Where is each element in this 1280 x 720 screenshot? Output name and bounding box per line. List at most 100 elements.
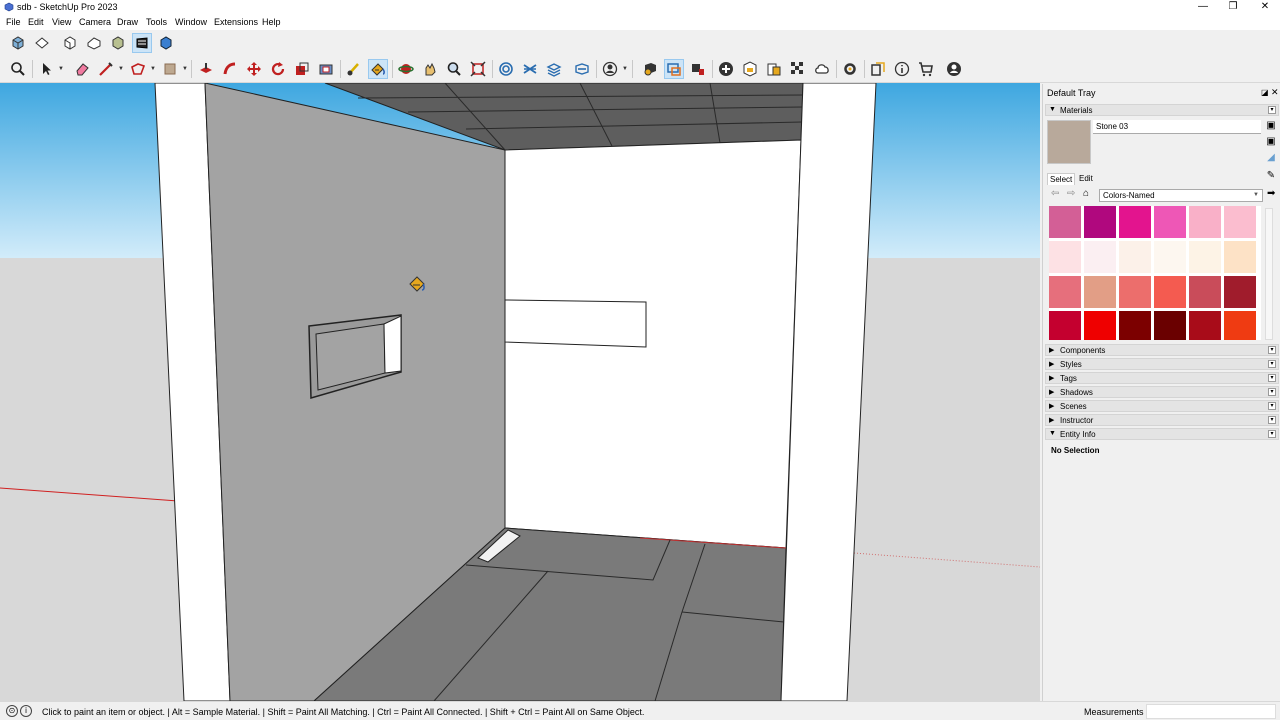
close-icon[interactable]: ▾ [1268,388,1276,396]
chevron-down-icon[interactable]: ▼ [58,66,64,72]
material-swatch[interactable] [1189,241,1221,273]
maximize-button[interactable]: ❐ [1218,0,1248,15]
material-swatch[interactable] [1049,276,1081,308]
close-icon[interactable]: ▾ [1268,360,1276,368]
create-material-icon[interactable]: ▣ [1265,136,1277,148]
material-swatch[interactable] [1224,311,1256,340]
material-swatch[interactable] [1049,311,1081,340]
forward-arrow-icon[interactable]: ⇨ [1067,188,1075,199]
minimize-button[interactable]: — [1188,0,1218,15]
menu-file[interactable]: File [6,17,21,27]
top-view-icon[interactable] [32,33,52,53]
left-view-icon[interactable] [132,33,152,53]
components-panel-header[interactable]: ▶ Components ▾ [1045,344,1279,356]
material-swatch[interactable] [1119,241,1151,273]
close-icon[interactable]: ▾ [1268,106,1276,114]
menu-extensions[interactable]: Extensions [214,17,258,27]
iso-view-icon[interactable] [8,33,28,53]
model-info-icon[interactable] [716,59,736,79]
measurements-input[interactable] [1146,704,1276,719]
store-icon[interactable] [916,59,936,79]
instructor-panel-header[interactable]: ▶ Instructor ▾ [1045,414,1279,426]
offset-icon[interactable] [316,59,336,79]
shadows-panel-header[interactable]: ▶ Shadows ▾ [1045,386,1279,398]
layout-icon[interactable] [788,59,808,79]
contour-icon[interactable] [520,59,540,79]
material-swatch[interactable] [1224,206,1256,238]
shapes-icon[interactable] [128,59,148,79]
back-arrow-icon[interactable]: ⇦ [1051,188,1059,199]
swatch-grid-scrollbar[interactable] [1265,208,1273,340]
chevron-down-icon[interactable]: ▼ [182,66,188,72]
menu-tools[interactable]: Tools [146,17,167,27]
zoom-window-icon[interactable] [8,59,28,79]
material-swatch[interactable] [1119,311,1151,340]
material-swatch[interactable] [1189,311,1221,340]
material-swatch[interactable] [1084,276,1116,308]
sample-paint-icon[interactable]: ✎ [1265,170,1277,182]
follow-me-icon[interactable] [220,59,240,79]
material-name-field[interactable]: Stone 03 [1093,120,1261,134]
close-icon[interactable]: ▾ [1268,416,1276,424]
chevron-down-icon[interactable]: ▼ [118,66,124,72]
model-viewport[interactable] [0,83,1040,701]
push-pull-icon[interactable] [196,59,216,79]
stamp-icon[interactable] [544,59,564,79]
material-swatch[interactable] [1154,311,1186,340]
pin-icon[interactable]: ◪ [1261,88,1269,97]
close-icon[interactable]: ▾ [1268,346,1276,354]
extensions-icon[interactable] [840,59,860,79]
sandbox-icon[interactable] [496,59,516,79]
bottom-view-icon[interactable] [156,33,176,53]
material-swatch[interactable] [1154,276,1186,308]
add-location-icon[interactable] [740,59,760,79]
material-swatch[interactable] [1189,206,1221,238]
components-icon[interactable] [688,59,708,79]
material-swatch[interactable] [1189,276,1221,308]
paint-bucket-icon[interactable] [160,59,180,79]
material-swatch[interactable] [1119,206,1151,238]
chevron-down-icon[interactable]: ▼ [150,66,156,72]
front-view-icon[interactable] [60,33,80,53]
menu-camera[interactable]: Camera [79,17,111,27]
paint-icon[interactable] [368,59,388,79]
material-swatch[interactable] [1224,241,1256,273]
material-swatch[interactable] [1049,241,1081,273]
default-material-icon[interactable]: ◢ [1265,152,1277,164]
zoom-extents-icon[interactable] [468,59,488,79]
entity-info-panel-header[interactable]: ▼ Entity Info ▾ [1045,428,1279,440]
eraser-icon[interactable] [72,59,92,79]
library-select[interactable]: Colors-Named ▼ [1099,189,1263,202]
rotate-icon[interactable] [268,59,288,79]
section-plane-icon[interactable] [664,59,684,79]
close-icon[interactable]: ✕ [1271,87,1279,98]
chevron-down-icon[interactable]: ▼ [622,66,628,72]
styles-panel-header[interactable]: ▶ Styles ▾ [1045,358,1279,370]
line-icon[interactable] [96,59,116,79]
scale-icon[interactable] [292,59,312,79]
tab-select[interactable]: Select [1047,173,1076,185]
info-icon[interactable] [892,59,912,79]
material-swatch[interactable] [1119,276,1151,308]
menu-window[interactable]: Window [175,17,207,27]
zoom-icon[interactable] [444,59,464,79]
material-swatch[interactable] [1154,206,1186,238]
menu-help[interactable]: Help [262,17,281,27]
material-swatch[interactable] [1224,276,1256,308]
account-icon[interactable] [944,59,964,79]
right-view-icon[interactable] [84,33,104,53]
cloud-icon[interactable] [812,59,832,79]
close-icon[interactable]: ▾ [1268,402,1276,410]
menu-draw[interactable]: Draw [117,17,138,27]
warehouse-icon[interactable] [640,59,660,79]
orbit-icon[interactable] [396,59,416,79]
close-icon[interactable]: ▾ [1268,430,1276,438]
move-icon[interactable] [244,59,264,79]
material-swatch[interactable] [1084,206,1116,238]
material-swatch[interactable] [1084,241,1116,273]
material-swatch[interactable] [1154,241,1186,273]
shield-icon[interactable] [764,59,784,79]
menu-view[interactable]: View [52,17,71,27]
details-arrow-icon[interactable]: ➡ [1267,188,1275,199]
scenes-panel-header[interactable]: ▶ Scenes ▾ [1045,400,1279,412]
